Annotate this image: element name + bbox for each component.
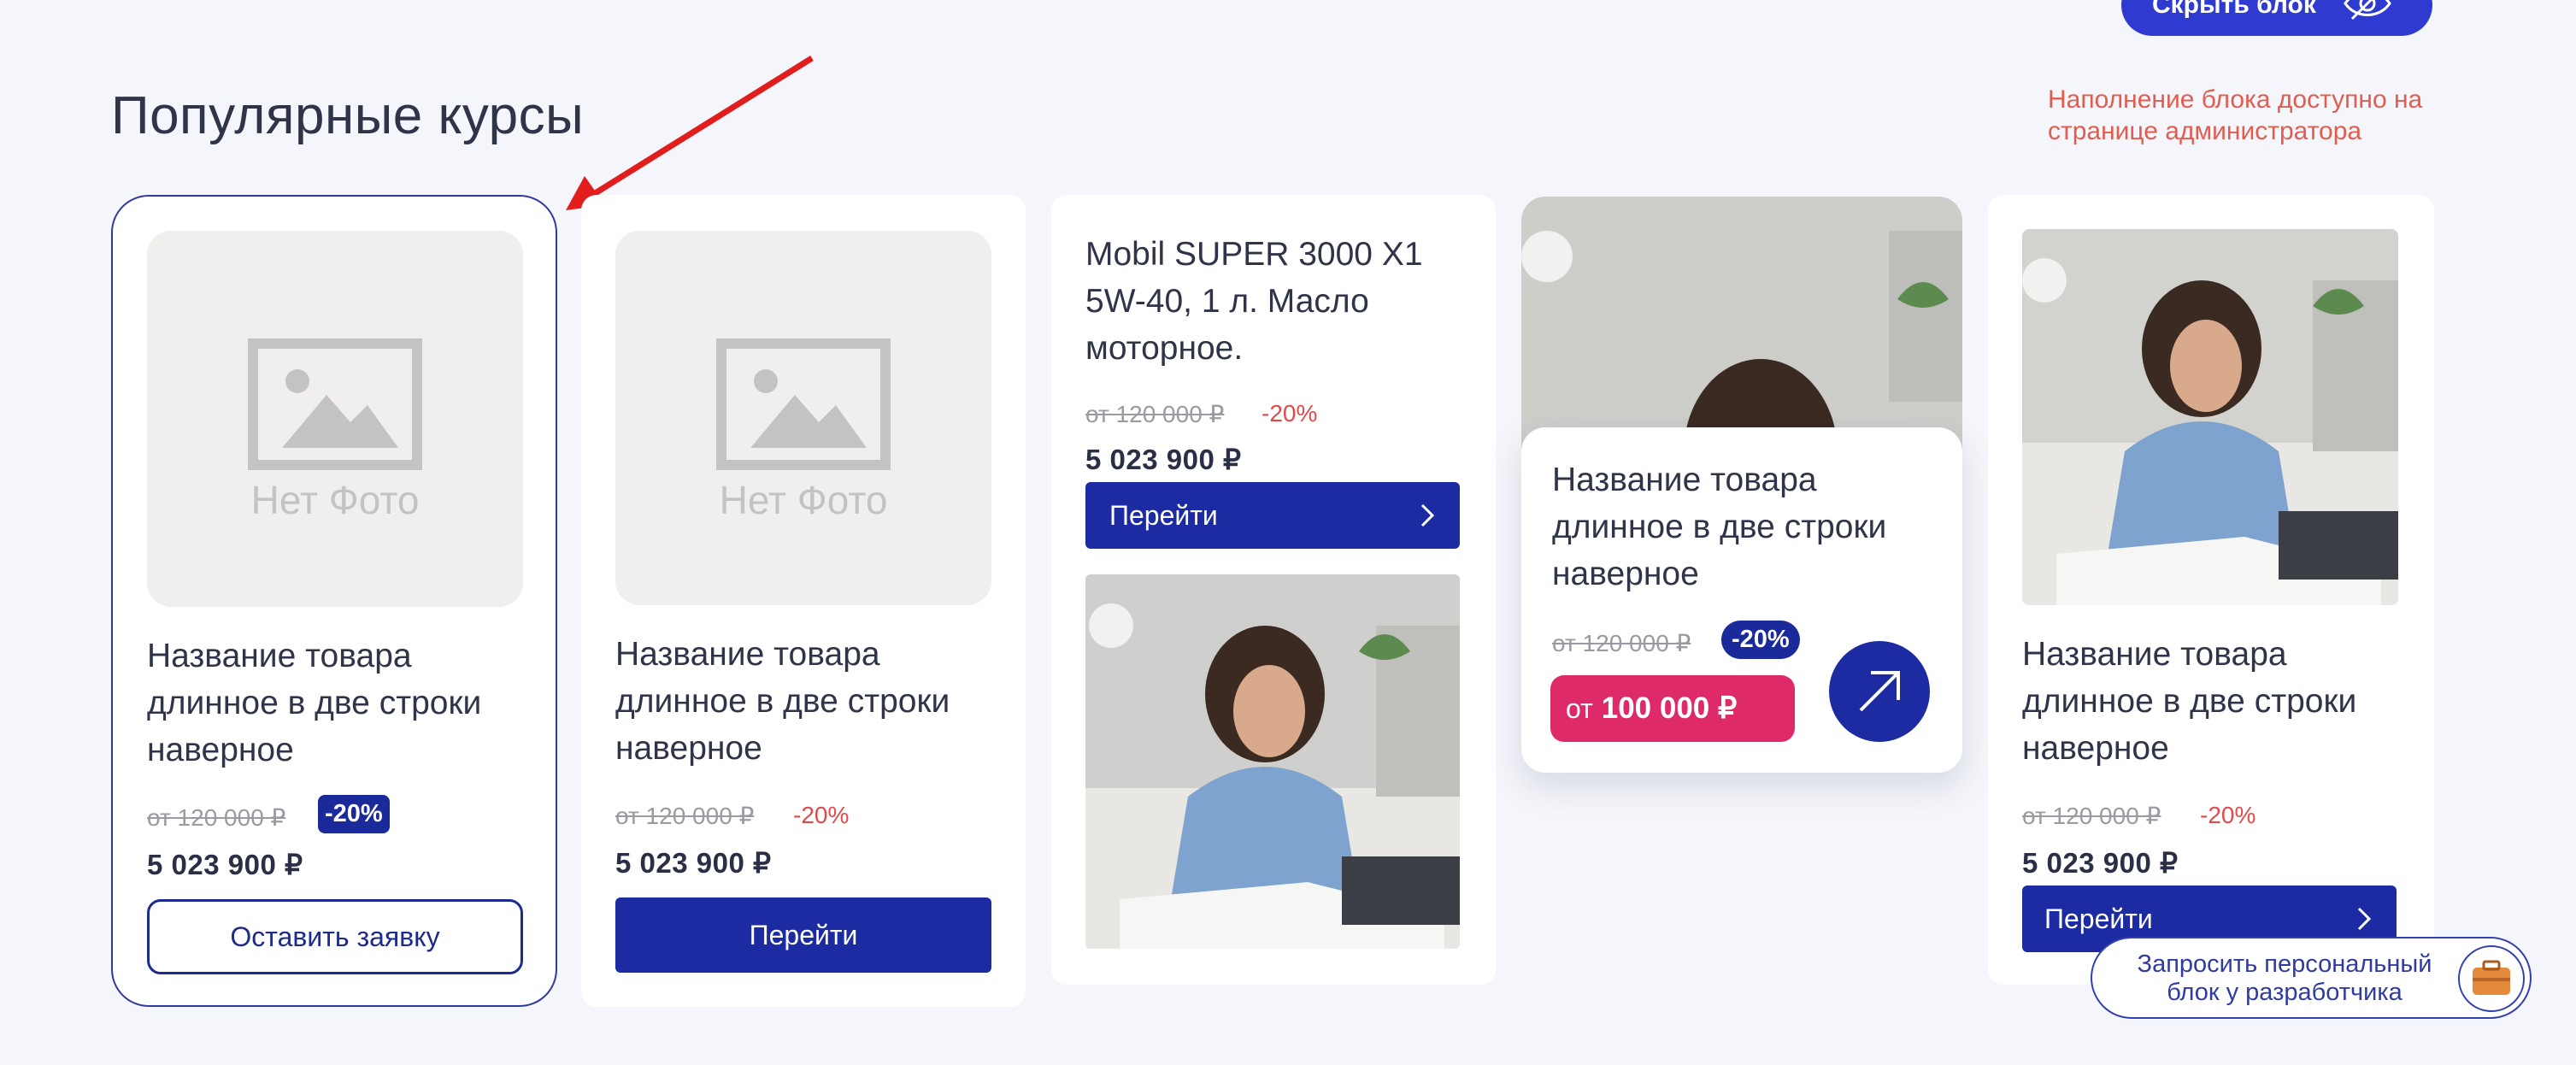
price: 5 023 900 ₽ [2022, 847, 2179, 879]
developer-icon-badge [2458, 945, 2525, 1012]
request-custom-block-button[interactable]: Запросить персональный блок у разработчи… [2091, 937, 2532, 1019]
toolbox-icon [2473, 960, 2510, 995]
woman-studying-image [2022, 229, 2398, 605]
go-button-label: Перейти [1109, 499, 1218, 531]
course-card[interactable]: Нет Фото Название товара длинное в две с… [111, 195, 557, 1007]
course-name: Название товара длинное в две строки нав… [147, 638, 482, 768]
price: 5 023 900 ₽ [1085, 444, 1242, 475]
no-photo-label: Нет Фото [250, 478, 420, 522]
course-name: Название товара длинное в две строки нав… [2022, 636, 2357, 767]
request-custom-block-label: Запросить персональный блок у разработчи… [2137, 950, 2432, 1006]
go-button-label: Перейти [749, 919, 858, 950]
discount-label: -20% [2200, 802, 2256, 828]
go-button[interactable]: Перейти [1085, 482, 1460, 549]
old-price: от 120 000 ₽ [1085, 401, 1225, 427]
course-card[interactable]: Mobil SUPER 3000 X1 5W-40, 1 л. Масло мо… [1051, 195, 1496, 985]
go-button[interactable]: Перейти [615, 897, 991, 973]
hide-block-button[interactable]: Скрыть блок [2121, 0, 2432, 36]
price: 5 023 900 ₽ [147, 849, 303, 880]
discount-badge: -20% [318, 795, 390, 833]
discount-label: -20% [1262, 400, 1318, 427]
chevron-right-icon [2357, 907, 2371, 931]
no-photo-placeholder: Нет Фото [615, 231, 991, 605]
course-photo [1085, 574, 1460, 949]
course-name: Название товара длинное в две строки нав… [1552, 462, 1887, 592]
section-title: Популярные курсы [111, 86, 585, 145]
course-photo [2022, 229, 2398, 605]
open-course-button[interactable] [1829, 641, 1930, 742]
admin-note: Наполнение блока доступно на странице ад… [2048, 85, 2423, 145]
price-prefix: от [1566, 692, 1593, 724]
image-placeholder-icon [716, 338, 891, 470]
old-price: от 120 000 ₽ [615, 803, 755, 829]
arrow-up-right-icon [1859, 671, 1900, 712]
course-name: Название товара длинное в две строки нав… [615, 636, 950, 767]
price: 5 023 900 ₽ [615, 847, 772, 879]
chevron-right-icon [1420, 503, 1434, 527]
old-price: от 120 000 ₽ [2022, 803, 2161, 829]
go-button-label: Перейти [2044, 903, 2153, 934]
hide-block-label: Скрыть блок [2152, 0, 2316, 19]
price: 100 000 ₽ [1601, 691, 1738, 725]
course-card-floating[interactable]: Название товара длинное в две строки нав… [1521, 427, 1962, 773]
old-price: от 120 000 ₽ [1552, 630, 1691, 656]
course-card[interactable]: Нет Фото Название товара длинное в две с… [581, 195, 1026, 1007]
woman-studying-image [1085, 574, 1460, 949]
course-card[interactable]: Название товара длинное в две строки нав… [1988, 195, 2434, 985]
discount-badge: -20% [1721, 621, 1800, 659]
image-placeholder-icon [248, 338, 422, 470]
no-photo-label: Нет Фото [719, 478, 888, 522]
discount-label: -20% [793, 802, 850, 828]
price-button[interactable]: от 100 000 ₽ [1550, 675, 1795, 742]
course-name: Mobil SUPER 3000 X1 5W-40, 1 л. Масло мо… [1085, 236, 1423, 367]
leave-request-button[interactable]: Оставить заявку [147, 899, 523, 974]
no-photo-placeholder: Нет Фото [147, 231, 523, 607]
annotation-arrow [566, 56, 814, 210]
eye-hidden-icon [2342, 0, 2393, 29]
old-price: от 120 000 ₽ [147, 804, 286, 831]
